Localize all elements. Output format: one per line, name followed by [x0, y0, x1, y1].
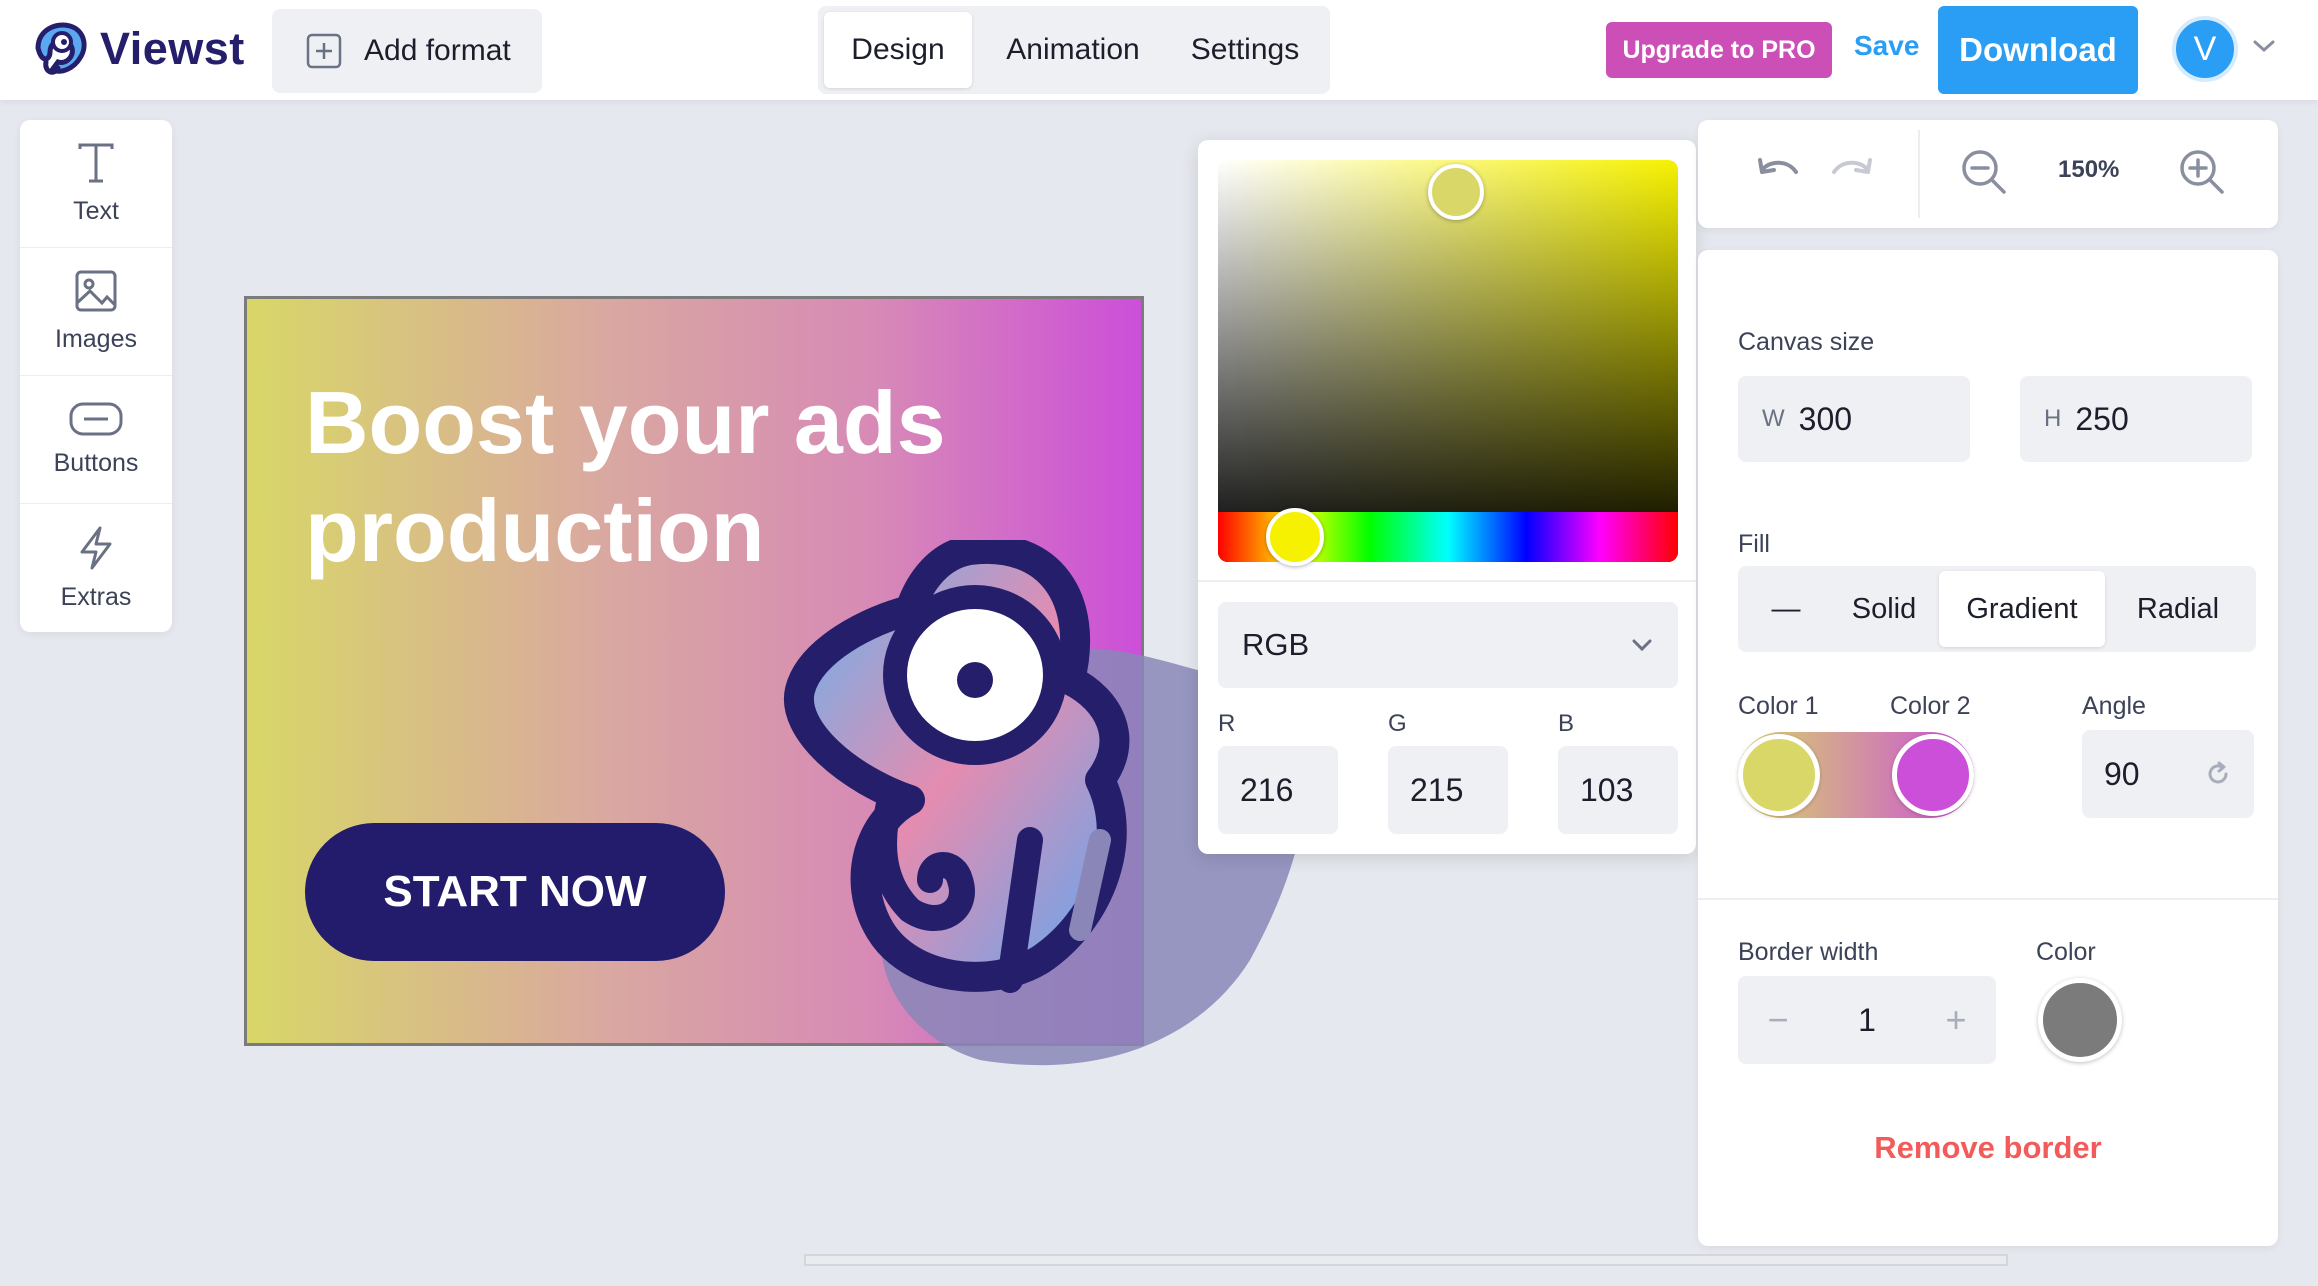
- width-field[interactable]: W 300: [1738, 376, 1970, 462]
- tool-buttons[interactable]: Buttons: [20, 376, 172, 504]
- fill-tab-radial[interactable]: Radial: [2105, 571, 2251, 647]
- border-width-value[interactable]: 1: [1858, 1002, 1876, 1039]
- color1-swatch[interactable]: [1738, 734, 1820, 816]
- b-input[interactable]: 103: [1558, 746, 1678, 834]
- zoom-out-icon[interactable]: [1960, 148, 2008, 196]
- tab-design[interactable]: Design: [824, 12, 972, 88]
- height-prefix: H: [2044, 405, 2062, 432]
- tab-animation[interactable]: Animation: [972, 12, 1174, 88]
- width-value: 300: [1798, 400, 1853, 437]
- fill-tab-solid[interactable]: Solid: [1829, 571, 1939, 647]
- color-mode-value: RGB: [1242, 627, 1310, 662]
- logo-text: Viewst: [100, 23, 245, 74]
- save-button[interactable]: Save: [1854, 30, 1919, 62]
- width-prefix: W: [1762, 405, 1785, 432]
- add-format-button[interactable]: Add format: [272, 9, 542, 93]
- color1-label: Color 1: [1738, 692, 1819, 720]
- chameleon-logo-icon: [35, 22, 87, 75]
- download-button[interactable]: Download: [1938, 6, 2138, 94]
- angle-label: Angle: [2082, 692, 2146, 720]
- divider: [1698, 898, 2278, 900]
- tool-text[interactable]: Text: [20, 120, 172, 248]
- tool-images[interactable]: Images: [20, 248, 172, 376]
- fill-label: Fill: [1738, 530, 1770, 558]
- text-icon: [78, 143, 114, 183]
- saturation-handle[interactable]: [1428, 164, 1484, 220]
- canvas-size-label: Canvas size: [1738, 328, 1875, 356]
- plus-square-icon: [306, 33, 342, 69]
- color2-label: Color 2: [1890, 692, 1971, 720]
- divider: [1198, 580, 1696, 582]
- upgrade-to-pro-button[interactable]: Upgrade to PRO: [1606, 22, 1832, 78]
- saturation-value-field[interactable]: [1218, 160, 1678, 562]
- border-color-label: Color: [2036, 938, 2096, 966]
- g-label: G: [1388, 710, 1407, 737]
- horizontal-scrollbar[interactable]: [804, 1254, 2008, 1266]
- tab-settings[interactable]: Settings: [1174, 12, 1316, 88]
- b-label: B: [1558, 710, 1575, 737]
- divider: [1918, 130, 1920, 218]
- g-input[interactable]: 215: [1388, 746, 1508, 834]
- decrement-button[interactable]: −: [1758, 999, 1798, 1041]
- properties-panel: Canvas size W 300 H 250 Fill — Solid Gra…: [1698, 250, 2278, 1246]
- angle-value: 90: [2104, 755, 2140, 792]
- tool-label: Buttons: [53, 449, 139, 477]
- border-width-label: Border width: [1738, 938, 1879, 966]
- tools-panel: Text Images Buttons Extras: [20, 120, 172, 632]
- ad-cta-button[interactable]: START NOW: [305, 823, 725, 961]
- chevron-down-icon: [1632, 639, 1652, 652]
- tool-label: Text: [73, 197, 119, 225]
- history-zoom-bar: 150%: [1698, 120, 2278, 228]
- zoom-level: 150%: [2058, 156, 2120, 183]
- button-icon: [69, 402, 123, 436]
- mode-tabs: Design Animation Settings: [818, 6, 1330, 94]
- increment-button[interactable]: +: [1936, 999, 1976, 1041]
- rotate-icon[interactable]: [2204, 760, 2232, 788]
- fill-tab-gradient[interactable]: Gradient: [1939, 571, 2105, 647]
- logo[interactable]: Viewst: [28, 18, 245, 80]
- remove-border-button[interactable]: Remove border: [1698, 1130, 2278, 1166]
- color-mode-select[interactable]: RGB: [1218, 602, 1678, 688]
- avatar[interactable]: V: [2172, 16, 2238, 82]
- angle-field[interactable]: 90: [2082, 730, 2254, 818]
- add-format-label: Add format: [364, 34, 511, 67]
- image-icon: [75, 270, 117, 312]
- tool-extras[interactable]: Extras: [20, 504, 172, 632]
- redo-icon[interactable]: [1828, 148, 1878, 198]
- undo-icon[interactable]: [1752, 148, 1802, 198]
- border-width-stepper: − 1 +: [1738, 976, 1996, 1064]
- chevron-down-icon[interactable]: [2252, 38, 2276, 54]
- height-value: 250: [2075, 400, 2129, 437]
- top-bar: Viewst Add format Design Animation Setti…: [0, 0, 2318, 100]
- color2-swatch[interactable]: [1892, 734, 1974, 816]
- height-field[interactable]: H 250: [2020, 376, 2252, 462]
- color-picker-popover: RGB R G B 216 215 103: [1198, 140, 1696, 854]
- fill-tab-none[interactable]: —: [1743, 571, 1829, 647]
- lightning-icon: [80, 526, 112, 569]
- fill-type-tabs: — Solid Gradient Radial: [1738, 566, 2256, 652]
- r-label: R: [1218, 710, 1236, 737]
- r-input[interactable]: 216: [1218, 746, 1338, 834]
- border-color-swatch[interactable]: [2038, 978, 2122, 1062]
- tool-label: Extras: [60, 582, 132, 611]
- tool-label: Images: [55, 325, 137, 353]
- zoom-in-icon[interactable]: [2178, 148, 2226, 196]
- hue-handle[interactable]: [1266, 508, 1324, 566]
